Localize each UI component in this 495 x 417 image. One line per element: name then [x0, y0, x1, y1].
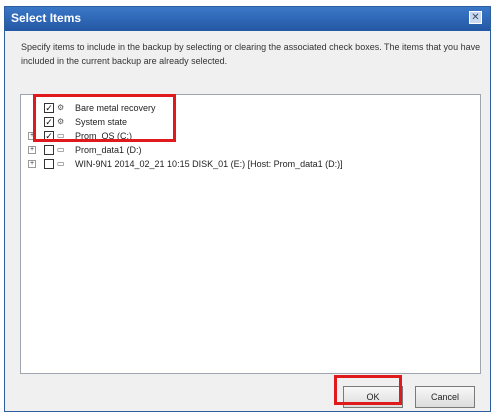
drive-icon: ▭	[57, 159, 65, 168]
checkbox-prom-data1[interactable]	[44, 145, 54, 155]
select-items-dialog: Select Items ✕ Specify items to include …	[4, 6, 491, 412]
tree-item-label: Prom_OS (C:)	[75, 131, 133, 141]
expand-icon[interactable]: +	[28, 146, 36, 154]
drive-icon: ▭	[57, 131, 65, 140]
close-icon[interactable]: ✕	[469, 11, 482, 24]
bare-metal-recovery-icon: ⚙	[57, 103, 65, 112]
checkbox-bare-metal-recovery[interactable]: ✓	[44, 103, 54, 113]
drive-icon: ▭	[57, 145, 65, 154]
tree-item-label: Prom_data1 (D:)	[75, 145, 142, 155]
checkbox-prom-os[interactable]: ✓	[44, 131, 54, 141]
system-state-icon: ⚙	[57, 117, 65, 126]
backup-items-tree[interactable]: ✓ ⚙ Bare metal recovery ✓ ⚙ System state…	[20, 94, 481, 374]
expand-icon[interactable]: +	[28, 132, 36, 140]
dialog-title: Select Items	[11, 11, 82, 25]
title-bar[interactable]: Select Items ✕	[5, 7, 490, 31]
ok-button[interactable]: OK	[343, 386, 403, 408]
tree-item-label: System state	[75, 117, 128, 127]
checkbox-system-state[interactable]: ✓	[44, 117, 54, 127]
checkbox-win-9n1-disk[interactable]	[44, 159, 54, 169]
tree-item-label: WIN-9N1 2014_02_21 10:15 DISK_01 (E:) [H…	[75, 159, 343, 169]
cancel-button[interactable]: Cancel	[415, 386, 475, 408]
instructions-text: Specify items to include in the backup b…	[21, 42, 481, 66]
expand-icon[interactable]: +	[28, 160, 36, 168]
tree-item-label: Bare metal recovery	[75, 103, 156, 113]
